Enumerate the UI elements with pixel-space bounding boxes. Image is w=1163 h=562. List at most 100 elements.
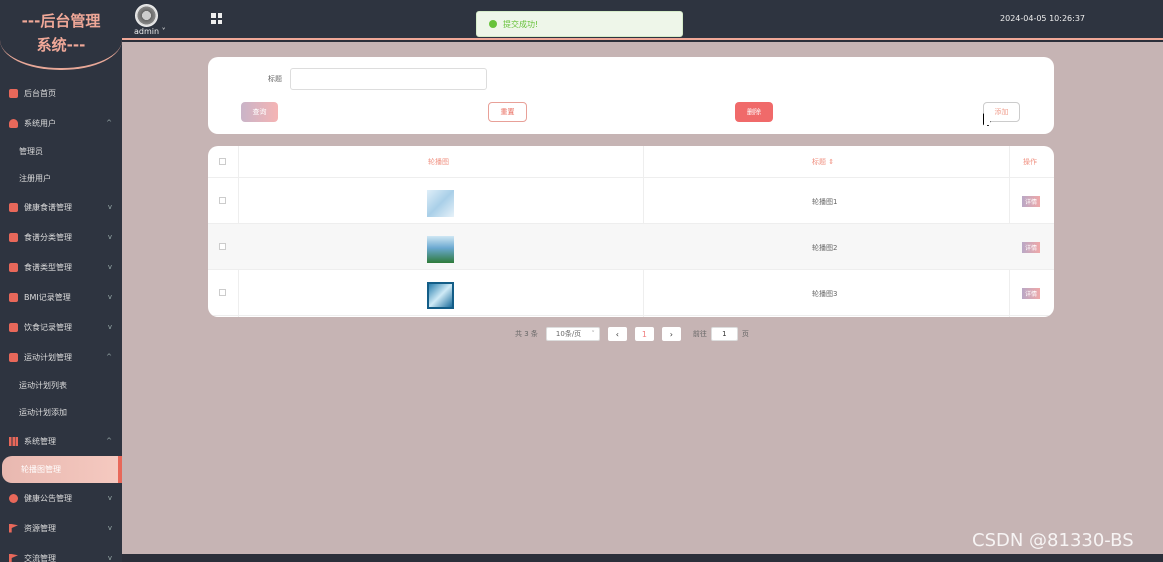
chevron-down-icon: v [107,293,112,301]
data-table: 轮播图 标题 ⇕ 操作 轮播图1 详情 轮播图2 详情 轮播图3 详情 [208,146,1054,317]
sidebar-item-label: BMI记录管理 [24,292,71,302]
carousel-thumbnail [427,282,454,309]
sidebar-item-exercise-plans[interactable]: 运动计划管理 ^ [0,342,122,372]
avatar[interactable] [135,4,158,27]
select-all-checkbox[interactable] [219,158,226,165]
table-row: 轮播图2 详情 [208,224,1054,270]
sidebar-item-communication[interactable]: 交流管理 v [0,543,122,562]
search-panel: 标题 查询 重置 删除 添加 [208,57,1054,134]
title-label: 标题 [268,75,282,83]
sidebar-item-exercise-plan-add[interactable]: 运动计划添加 [0,399,122,426]
username: admin [134,27,160,36]
next-page-button[interactable]: › [661,327,681,341]
chevron-down-icon: v [107,323,112,331]
info-icon [9,493,18,503]
row-title: 轮播图2 [812,244,838,252]
sidebar-item-system-management[interactable]: 系统管理 ^ [0,426,122,456]
chevron-up-icon: ^ [106,437,112,445]
success-toast: 提交成功! [476,11,683,37]
chevron-down-icon: v [107,263,112,271]
datetime: 2024-04-05 10:26:37 [1000,14,1085,23]
send-icon [9,553,18,562]
sidebar-item-label: 食谱类型管理 [24,262,72,272]
right-edge [1140,42,1163,554]
pagination: 共 3 条 10条/页 ˅ ‹ 1 › 前往 1 页 [515,326,749,342]
chevron-up-icon: ^ [106,353,112,361]
sidebar-item-registered-users[interactable]: 注册用户 [0,165,122,192]
sidebar-item-resources[interactable]: 资源管理 v [0,513,122,543]
sidebar-item-label: 健康食谱管理 [24,202,72,212]
detail-button[interactable]: 详情 [1022,288,1040,299]
row-title: 轮播图1 [812,198,838,206]
query-button[interactable]: 查询 [241,102,278,122]
checkbox-icon [9,262,18,272]
watermark: CSDN @81330-BS [972,530,1134,551]
reset-button[interactable]: 重置 [488,102,527,122]
page-size-value: 10条/页 [555,330,582,338]
row-checkbox[interactable] [219,289,226,296]
monitor-icon [9,88,18,98]
sidebar-menu: 后台首页 系统用户 ^ 管理员 注册用户 健康食谱管理 v 食谱分类管理 v 食谱类型… [0,78,122,562]
page-size-select[interactable]: 10条/页 ˅ [545,327,600,341]
logo-line2: 系统--- [36,36,86,54]
chevron-down-icon: ˅ [159,27,166,36]
add-button[interactable]: 添加 [983,102,1020,122]
sidebar-item-label: 饮食记录管理 [24,322,72,332]
sidebar-item-label: 交流管理 [24,553,56,562]
chevron-down-icon: v [107,203,112,211]
table-header: 轮播图 标题 ⇕ 操作 [208,146,1054,178]
header-action: 操作 [1023,158,1037,166]
user-menu[interactable]: admin ˅ [134,27,166,36]
checkbox-icon [9,202,18,212]
sort-icon: ⇕ [826,158,835,166]
chevron-right-icon: › [669,329,673,339]
sidebar-item-admin[interactable]: 管理员 [0,138,122,165]
sidebar-item-health-notices[interactable]: 健康公告管理 v [0,483,122,513]
sidebar-item-system-users[interactable]: 系统用户 ^ [0,108,122,138]
check-circle-icon [489,20,497,28]
chevron-down-icon: v [107,524,112,532]
sidebar-item-recipe-types[interactable]: 食谱类型管理 v [0,252,122,282]
sidebar-item-recipe-categories[interactable]: 食谱分类管理 v [0,222,122,252]
bar-chart-icon [9,436,18,446]
chevron-down-icon: v [107,233,112,241]
sidebar-item-diet-records[interactable]: 饮食记录管理 v [0,312,122,342]
chevron-down-icon: ˅ [591,330,595,338]
row-checkbox[interactable] [219,243,226,250]
sidebar-item-label: 系统管理 [24,436,56,446]
page-number[interactable]: 1 [634,327,654,341]
goto-suffix: 页 [741,330,749,338]
goto-page-input[interactable]: 1 [710,327,738,341]
header-image: 轮播图 [428,158,449,166]
carousel-thumbnail [427,236,454,263]
chevron-left-icon: ‹ [615,329,619,339]
sidebar-item-exercise-plan-list[interactable]: 运动计划列表 [0,372,122,399]
checkbox-icon [9,232,18,242]
prev-page-button[interactable]: ‹ [607,327,627,341]
row-checkbox[interactable] [219,197,226,204]
header-title-label: 标题 [812,158,826,166]
sidebar-item-home[interactable]: 后台首页 [0,78,122,108]
checkbox-icon [9,352,18,362]
checkbox-icon [9,322,18,332]
sidebar-item-label: 运动计划管理 [24,352,72,362]
sidebar-item-carousel[interactable]: 轮播图管理 [2,456,122,483]
title-input[interactable] [290,68,487,90]
table-row: 轮播图3 详情 [208,270,1054,316]
logo: ---后台管理 系统--- [0,0,122,70]
logo-line1: ---后台管理 [21,12,101,30]
chevron-down-icon: v [107,554,112,562]
header-title[interactable]: 标题 ⇕ [812,157,834,167]
carousel-thumbnail [427,190,454,217]
top-header: admin ˅ 提交成功! 2024-04-05 10:26:37 [122,0,1163,40]
detail-button[interactable]: 详情 [1022,196,1040,207]
delete-button[interactable]: 删除 [735,102,773,122]
sidebar-item-label: 资源管理 [24,523,56,533]
detail-button[interactable]: 详情 [1022,242,1040,253]
row-title: 轮播图3 [812,290,838,298]
table-row: 轮播图1 详情 [208,178,1054,224]
sidebar-item-health-recipes[interactable]: 健康食谱管理 v [0,192,122,222]
grid-icon[interactable] [211,13,222,24]
checkbox-icon [9,292,18,302]
sidebar-item-bmi[interactable]: BMI记录管理 v [0,282,122,312]
